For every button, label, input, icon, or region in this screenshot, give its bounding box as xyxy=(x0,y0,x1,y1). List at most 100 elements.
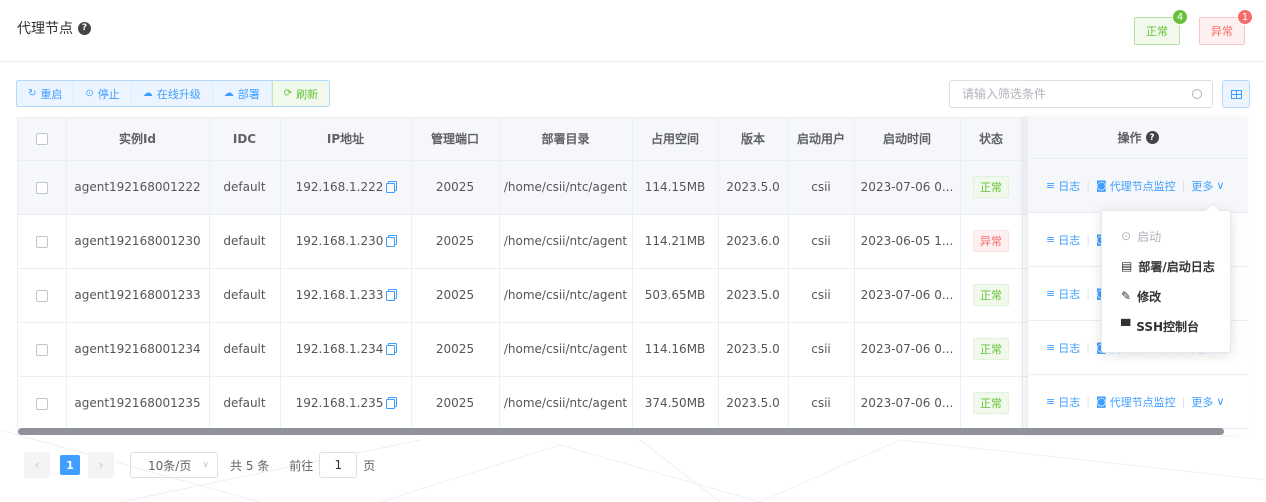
divider: | xyxy=(1086,341,1090,354)
monitor-label: 代理节点监控 xyxy=(1109,179,1176,193)
status-normal-filter[interactable]: 正常 4 xyxy=(1134,9,1188,45)
log-link[interactable]: ≡ 日志 xyxy=(1046,340,1080,356)
table-icon xyxy=(1230,89,1242,99)
cell-dir: /home/csii/ntc/agent xyxy=(499,322,633,377)
refresh-icon: ↻ xyxy=(28,88,37,99)
list-icon: ≡ xyxy=(1046,179,1056,192)
row-checkbox[interactable] xyxy=(35,289,48,302)
next-page-button[interactable]: › xyxy=(88,452,114,478)
page-size-select[interactable]: 10条/页 ∨ xyxy=(130,452,218,478)
list-icon: ≡ xyxy=(1046,395,1056,408)
cell-user: csii xyxy=(788,160,855,215)
cell-status: 正常 xyxy=(960,322,1023,377)
edit-icon: ✎ xyxy=(1121,289,1132,303)
status-abnormal-count: 1 xyxy=(1237,9,1253,25)
column-header: 实例Id xyxy=(66,118,210,161)
list-icon: ≡ xyxy=(1046,233,1056,246)
monitor-link[interactable]: ◙代理节点监控 xyxy=(1096,178,1176,194)
cell-port: 20025 xyxy=(411,214,500,269)
ip-text: 192.168.1.230 xyxy=(295,234,384,248)
status-badge: 异常 xyxy=(973,230,1009,252)
copy-icon[interactable] xyxy=(386,344,396,355)
log-label: 日志 xyxy=(1058,233,1081,247)
select-all-checkbox[interactable] xyxy=(35,133,48,146)
upgrade-label: 在线升级 xyxy=(156,87,201,101)
row-checkbox[interactable] xyxy=(35,397,48,410)
deploy-label: 部署 xyxy=(237,87,260,101)
log-label: 日志 xyxy=(1058,395,1081,409)
refresh-button[interactable]: ⟳ 刷新 xyxy=(271,81,330,106)
total-count: 共 5 条 xyxy=(230,458,270,473)
monitor-link[interactable]: ◙代理节点监控 xyxy=(1096,394,1176,410)
horizontal-scrollbar[interactable] xyxy=(18,428,1224,435)
log-label: 日志 xyxy=(1058,179,1081,193)
cell-idc: default xyxy=(209,214,281,269)
dropdown-item[interactable]: ✎ 修改 xyxy=(1102,281,1230,311)
cell-instance-id: agent192168001235 xyxy=(66,376,210,431)
help-icon[interactable]: ? xyxy=(1145,131,1159,144)
more-link[interactable]: 更多∨ xyxy=(1191,394,1224,410)
more-actions-dropdown: ⊙ 启动 ▤ 部署/启动日志 ✎ 修改 ▀ SSH控制台 xyxy=(1101,210,1231,353)
filter-input[interactable] xyxy=(950,81,1180,107)
ip-text: 192.168.1.233 xyxy=(295,288,384,302)
status-abnormal-filter[interactable]: 异常 1 xyxy=(1199,9,1253,45)
copy-icon[interactable] xyxy=(386,236,396,247)
dropdown-item[interactable]: ▀ SSH控制台 xyxy=(1102,311,1230,341)
cell-dir: /home/csii/ntc/agent xyxy=(499,214,633,269)
row-checkbox[interactable] xyxy=(35,343,48,356)
status-normal-label: 正常 xyxy=(1146,25,1168,38)
search-icon[interactable] xyxy=(1192,89,1202,99)
cell-version: 2023.5.0 xyxy=(718,268,789,323)
more-link[interactable]: 更多∨ xyxy=(1191,178,1224,194)
cell-user: csii xyxy=(788,214,855,269)
stop-button[interactable]: ⊙ 停止 xyxy=(74,81,132,106)
cell-ip: 192.168.1.230 xyxy=(280,214,412,269)
deploy-button[interactable]: ☁ 部署 xyxy=(213,81,272,106)
cell-port: 20025 xyxy=(411,160,500,215)
goto-suffix: 页 xyxy=(363,458,376,473)
cell-dir: /home/csii/ntc/agent xyxy=(499,376,633,431)
row-checkbox[interactable] xyxy=(35,235,48,248)
monitor-icon: ▀ xyxy=(1121,319,1131,333)
upgrade-button[interactable]: ☁ 在线升级 xyxy=(132,81,213,106)
copy-icon[interactable] xyxy=(386,182,396,193)
copy-icon[interactable] xyxy=(386,290,396,301)
log-link[interactable]: ≡ 日志 xyxy=(1046,178,1080,194)
row-checkbox[interactable] xyxy=(35,181,48,194)
goto-prefix: 前往 xyxy=(289,458,314,473)
restart-button[interactable]: ↻ 重启 xyxy=(17,81,75,106)
log-link[interactable]: ≡ 日志 xyxy=(1046,394,1080,410)
prev-page-button[interactable]: ‹ xyxy=(24,452,50,478)
dropdown-item-label: SSH控制台 xyxy=(1136,319,1200,334)
column-header: 部署目录 xyxy=(499,118,633,161)
help-icon[interactable]: ? xyxy=(78,21,91,35)
cell-instance-id: agent192168001233 xyxy=(66,268,210,323)
log-label: 日志 xyxy=(1058,341,1081,355)
log-link[interactable]: ≡ 日志 xyxy=(1046,232,1080,248)
column-header: 版本 xyxy=(718,118,789,161)
divider: | xyxy=(1181,395,1186,408)
cell-idc: default xyxy=(209,376,281,431)
cell-space: 374.50MB xyxy=(632,376,719,431)
sync-icon: ⟳ xyxy=(283,88,293,99)
cell-start-time: 2023-07-06 0... xyxy=(854,160,961,215)
cell-start-time: 2023-06-05 1... xyxy=(854,214,961,269)
cell-idc: default xyxy=(209,268,281,323)
chevron-down-icon: ∨ xyxy=(1216,395,1225,408)
cell-ip: 192.168.1.222 xyxy=(280,160,412,215)
dropdown-item[interactable]: ▤ 部署/启动日志 xyxy=(1102,251,1230,281)
dropdown-item-label: 修改 xyxy=(1137,289,1162,304)
cell-version: 2023.5.0 xyxy=(718,160,789,215)
column-header: IP地址 xyxy=(280,118,412,161)
cell-user: csii xyxy=(788,268,855,323)
page-title-text: 代理节点 xyxy=(17,21,73,37)
cell-idc: default xyxy=(209,322,281,377)
copy-icon[interactable] xyxy=(386,398,396,409)
column-settings-button[interactable] xyxy=(1222,80,1250,108)
cell-port: 20025 xyxy=(411,268,500,323)
page-number-current[interactable]: 1 xyxy=(60,455,80,475)
log-link[interactable]: ≡ 日志 xyxy=(1046,286,1080,302)
cell-idc: default xyxy=(209,160,281,215)
column-header: 状态 xyxy=(960,118,1023,161)
goto-page-input[interactable] xyxy=(319,452,358,478)
